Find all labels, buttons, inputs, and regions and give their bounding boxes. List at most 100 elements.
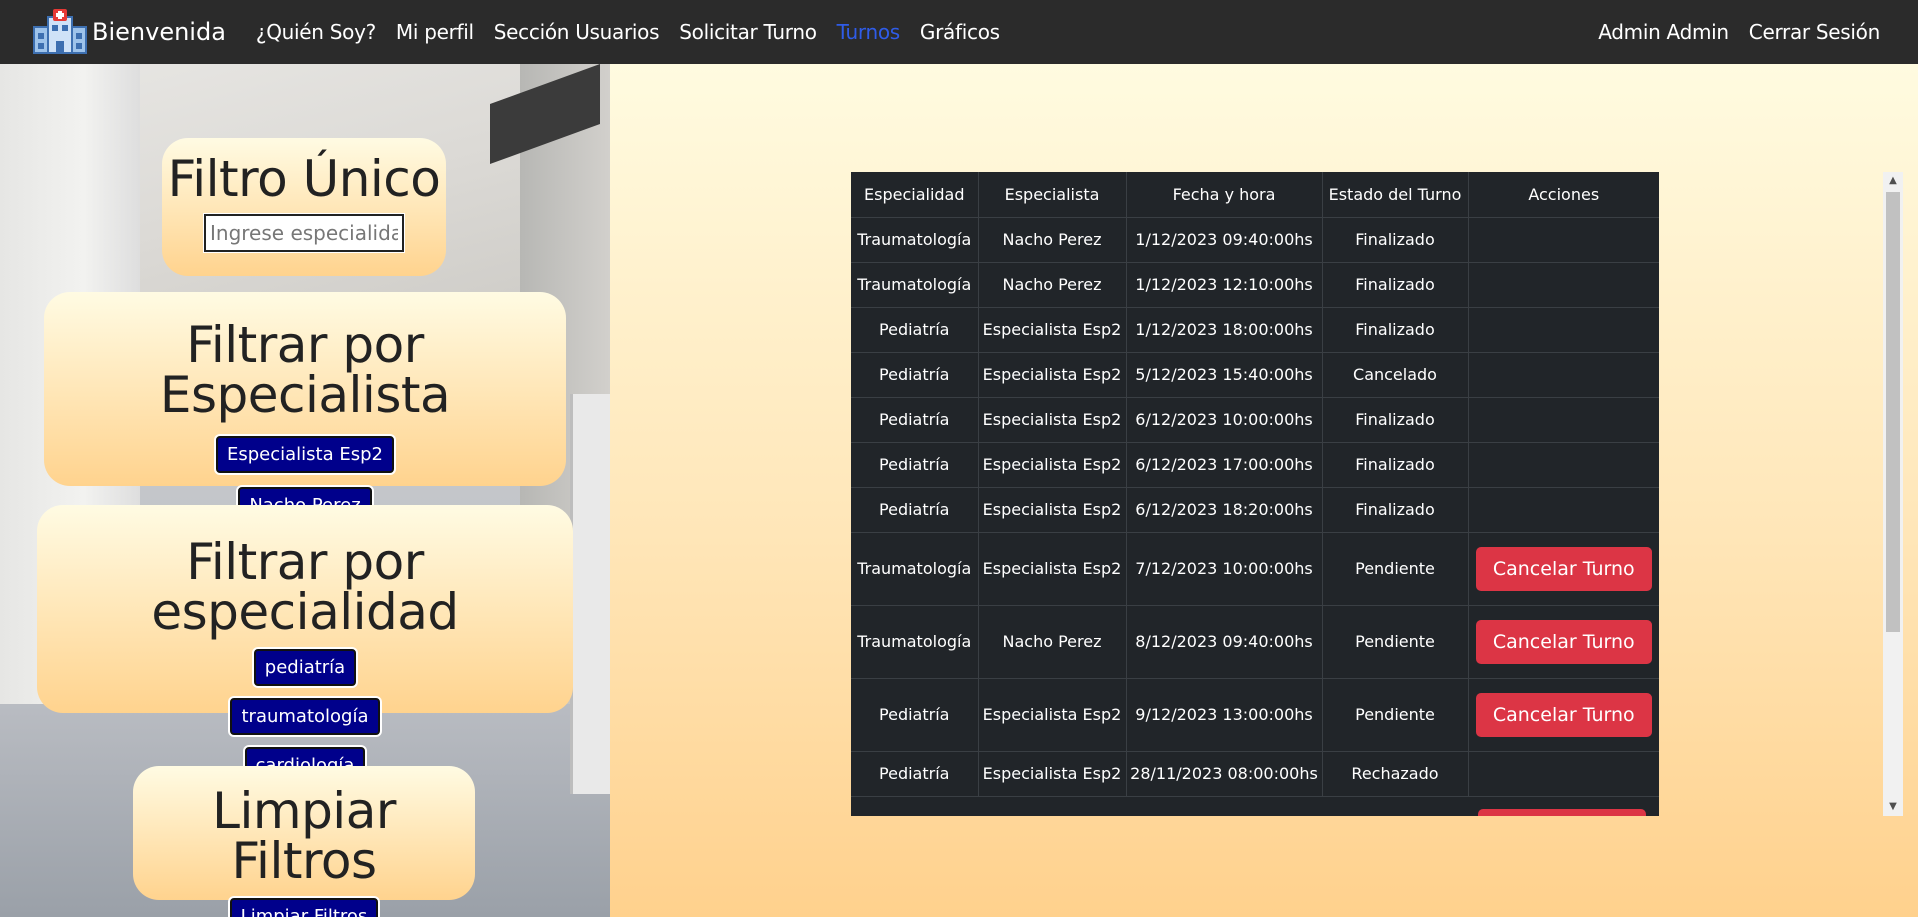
cell-especialista: Especialista Esp2 (978, 487, 1127, 533)
cell-especialidad: Traumatología (851, 605, 979, 679)
header-especialidad: Especialidad (851, 172, 979, 218)
table-row: Pediatría Especialista Esp2 5/12/2023 15… (851, 352, 1659, 398)
cell-estado: Pendiente (1322, 532, 1469, 606)
nav-link-turnos[interactable]: Turnos (837, 20, 901, 44)
specialist-chip[interactable]: Especialista Esp2 (216, 436, 394, 473)
cell-especialista: Especialista Esp2 (978, 532, 1127, 606)
cell-especialidad: Pediatría (851, 442, 979, 488)
nav-right: Admin Admin Cerrar Sesión (1578, 0, 1880, 64)
scroll-up-icon[interactable]: ▲ (1883, 172, 1903, 190)
table-row: Traumatología Nacho Perez 1/12/2023 09:4… (851, 217, 1659, 263)
cell-especialista: Nacho Perez (978, 217, 1127, 263)
table-row: Pediatría Especialista Esp2 6/12/2023 18… (851, 487, 1659, 533)
cell-acciones (1468, 307, 1659, 353)
cell-especialidad: Pediatría (851, 397, 979, 443)
cell-especialidad: Pediatría (851, 352, 979, 398)
specialty-chip[interactable]: pediatría (253, 649, 357, 686)
cell-fecha: 1/12/2023 09:40:00hs (1126, 217, 1323, 263)
cancel-turn-button[interactable]: Cancelar Turno (1475, 619, 1652, 664)
cancel-turn-button-partial[interactable] (1478, 809, 1646, 816)
cell-estado: Finalizado (1322, 217, 1469, 263)
cell-fecha: 1/12/2023 12:10:00hs (1126, 262, 1323, 308)
cell-especialista: Nacho Perez (978, 262, 1127, 308)
table-header-row: Especialidad Especialista Fecha y hora E… (851, 172, 1659, 218)
brand[interactable]: Bienvenida (32, 9, 226, 55)
turnos-table-container: Especialidad Especialista Fecha y hora E… (851, 172, 1659, 816)
table-row: Traumatología Nacho Perez 1/12/2023 12:1… (851, 262, 1659, 308)
cell-fecha: 8/12/2023 09:40:00hs (1126, 605, 1323, 679)
cell-acciones: Cancelar Turno (1468, 605, 1659, 679)
table-row: Pediatría Especialista Esp2 9/12/2023 13… (851, 678, 1659, 752)
specialty-search-input[interactable] (203, 213, 405, 253)
cell-acciones (1468, 487, 1659, 533)
cell-estado: Finalizado (1322, 487, 1469, 533)
specialist-filter-title: Filtrar por Especialista (159, 316, 451, 424)
cell-especialista: Especialista Esp2 (978, 352, 1127, 398)
cell-especialista: Especialista Esp2 (978, 307, 1127, 353)
cell-acciones (1468, 352, 1659, 398)
cell-acciones (1468, 442, 1659, 488)
cell-fecha: 6/12/2023 18:20:00hs (1126, 487, 1323, 533)
cell-especialista: Especialista Esp2 (978, 397, 1127, 443)
cell-fecha: 6/12/2023 10:00:00hs (1126, 397, 1323, 443)
turnos-table: Especialidad Especialista Fecha y hora E… (851, 172, 1659, 797)
nav-link-quien-soy[interactable]: ¿Quién Soy? (256, 20, 376, 44)
clear-filters-card: Limpiar Filtros Limpiar Filtros (133, 766, 475, 917)
cell-estado: Pendiente (1322, 605, 1469, 679)
header-acciones: Acciones (1468, 172, 1659, 218)
cell-acciones (1468, 751, 1659, 797)
nav-link-graficos[interactable]: Gráficos (920, 20, 1000, 44)
cell-estado: Finalizado (1322, 307, 1469, 353)
specialty-filter-title: Filtrar por especialidad (151, 533, 459, 641)
nav-link-seccion-usuarios[interactable]: Sección Usuarios (494, 20, 660, 44)
header-fecha: Fecha y hora (1126, 172, 1323, 218)
nav-link-solicitar-turno[interactable]: Solicitar Turno (679, 20, 817, 44)
cell-especialista: Nacho Perez (978, 605, 1127, 679)
cell-fecha: 6/12/2023 17:00:00hs (1126, 442, 1323, 488)
cell-fecha: 9/12/2023 13:00:00hs (1126, 678, 1323, 752)
cell-especialidad: Pediatría (851, 307, 979, 353)
header-estado: Estado del Turno (1322, 172, 1469, 218)
table-row: Pediatría Especialista Esp2 1/12/2023 18… (851, 307, 1659, 353)
cell-acciones (1468, 262, 1659, 308)
specialist-filter-card: Filtrar por Especialista Especialista Es… (44, 292, 566, 524)
cell-acciones: Cancelar Turno (1468, 532, 1659, 606)
clear-filters-title: Limpiar Filtros (212, 782, 396, 890)
table-row: Pediatría Especialista Esp2 6/12/2023 17… (851, 442, 1659, 488)
cell-acciones (1468, 397, 1659, 443)
hospital-icon (33, 9, 87, 54)
unique-filter-card: Filtro Único (162, 138, 446, 276)
table-row: Pediatría Especialista Esp2 28/11/2023 0… (851, 751, 1659, 797)
cell-especialidad: Pediatría (851, 751, 979, 797)
user-name-link[interactable]: Admin Admin (1598, 20, 1729, 44)
table-row: Traumatología Especialista Esp2 7/12/202… (851, 532, 1659, 606)
filter-panel: Filtro Único Filtrar por Especialista Es… (0, 64, 610, 917)
cell-especialista: Especialista Esp2 (978, 751, 1127, 797)
navbar: Bienvenida ¿Quién Soy? Mi perfil Sección… (0, 0, 1918, 64)
cell-fecha: 5/12/2023 15:40:00hs (1126, 352, 1323, 398)
nav-link-mi-perfil[interactable]: Mi perfil (396, 20, 474, 44)
cell-especialista: Especialista Esp2 (978, 442, 1127, 488)
cell-fecha: 1/12/2023 18:00:00hs (1126, 307, 1323, 353)
unique-filter-title: Filtro Único (167, 150, 441, 208)
logout-link[interactable]: Cerrar Sesión (1749, 20, 1881, 44)
table-scrollbar[interactable]: ▲ ▼ (1883, 172, 1903, 816)
cancel-turn-button[interactable]: Cancelar Turno (1475, 692, 1652, 737)
cell-especialidad: Traumatología (851, 262, 979, 308)
clear-filters-button[interactable]: Limpiar Filtros (229, 898, 379, 917)
table-row: Traumatología Nacho Perez 8/12/2023 09:4… (851, 605, 1659, 679)
specialty-chip[interactable]: traumatología (230, 698, 380, 735)
scrollbar-thumb[interactable] (1886, 192, 1900, 632)
nav-links: ¿Quién Soy? Mi perfil Sección Usuarios S… (256, 20, 1020, 44)
scroll-down-icon[interactable]: ▼ (1883, 798, 1903, 816)
cancel-turn-button[interactable]: Cancelar Turno (1475, 546, 1652, 591)
cell-estado: Cancelado (1322, 352, 1469, 398)
cell-especialidad: Traumatología (851, 217, 979, 263)
brand-label: Bienvenida (92, 18, 226, 46)
cell-estado: Finalizado (1322, 262, 1469, 308)
header-especialista: Especialista (978, 172, 1127, 218)
cell-fecha: 7/12/2023 10:00:00hs (1126, 532, 1323, 606)
table-row: Pediatría Especialista Esp2 6/12/2023 10… (851, 397, 1659, 443)
cell-estado: Finalizado (1322, 442, 1469, 488)
cell-estado: Rechazado (1322, 751, 1469, 797)
